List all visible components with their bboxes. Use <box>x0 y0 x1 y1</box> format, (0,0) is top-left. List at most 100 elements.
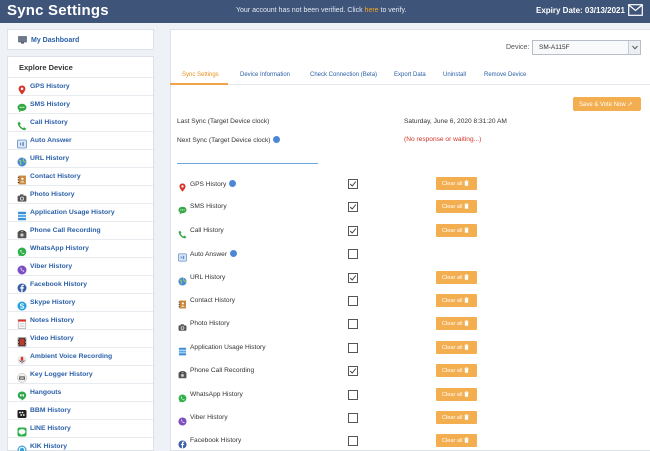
sidebar-item-label: Call History <box>30 119 68 126</box>
tab-uninstall[interactable]: Uninstall <box>443 72 466 78</box>
sidebar-item-phone-call-recording[interactable]: Phone Call Recording <box>8 221 153 239</box>
checkmark-icon <box>349 228 357 234</box>
tab-remove-device[interactable]: Remove Device <box>484 72 526 78</box>
sidebar-item-bbm-history[interactable]: BBM History <box>8 401 153 419</box>
sidebar-item-auto-answer[interactable]: Auto Answer <box>8 131 153 149</box>
sidebar-item-sms-history[interactable]: SMS History <box>8 95 153 113</box>
setting-checkbox[interactable] <box>348 436 358 447</box>
tab-check-connection[interactable]: Check Connection (Beta) <box>310 72 377 78</box>
device-select[interactable]: SM-A115F <box>532 40 641 55</box>
clear-all-label: Clear all <box>442 321 463 328</box>
setting-label: GPS History <box>190 180 237 188</box>
save-vote-button[interactable]: Save & Vote Now ↗ <box>573 97 641 111</box>
setting-label-text: Phone Call Recording <box>190 367 255 375</box>
tab-device-information[interactable]: Device Information <box>240 72 290 78</box>
skype-icon <box>17 298 27 311</box>
clear-all-button[interactable]: Clear all <box>436 317 477 331</box>
setting-label-text: Viber History <box>190 414 228 421</box>
checkmark-icon <box>349 274 357 281</box>
setting-label-text: SMS History <box>190 203 227 211</box>
chevron-down-icon <box>628 41 640 54</box>
sidebar-item-url-history[interactable]: URL History <box>8 149 153 167</box>
setting-label: Application Usage History <box>190 344 266 351</box>
clear-all-button[interactable]: Clear all <box>436 294 477 307</box>
tab-divider <box>170 84 650 85</box>
sidebar-item-kik-history[interactable]: KIK History <box>8 437 153 451</box>
setting-checkbox[interactable] <box>348 249 358 260</box>
clear-all-label: Clear all <box>442 298 463 304</box>
sidebar-item-photo-history[interactable]: Photo History <box>8 185 153 203</box>
setting-checkbox[interactable] <box>348 225 358 236</box>
sidebar-item-label: Ambient Voice Recording <box>30 353 113 360</box>
setting-label-text: WhatsApp History <box>190 390 243 398</box>
sidebar-item-viber-history[interactable]: Viber History <box>8 257 153 275</box>
clear-all-button[interactable]: Clear all <box>436 177 477 190</box>
sidebar-item-facebook-history[interactable]: Facebook History <box>8 275 153 293</box>
my-dashboard-link[interactable]: My Dashboard <box>7 29 154 50</box>
active-tab-indicator <box>170 83 228 85</box>
contact-book-icon <box>17 172 27 185</box>
setting-checkbox[interactable] <box>348 202 358 213</box>
setting-label-text: GPS History <box>190 181 227 188</box>
clear-all-button[interactable]: Clear all <box>436 364 477 378</box>
sidebar-item-video-history[interactable]: Video History <box>8 329 153 347</box>
sidebar-item-ambient-voice-recording[interactable]: Ambient Voice Recording <box>8 347 153 365</box>
phone-icon <box>178 226 187 239</box>
sidebar-item-contact-history[interactable]: Contact History <box>8 167 153 185</box>
trash-icon <box>463 227 470 234</box>
monitor-icon <box>18 36 27 44</box>
app-stack-icon <box>178 343 187 356</box>
clear-all-button[interactable]: Clear all <box>436 200 477 214</box>
call-recorder-icon <box>178 366 187 379</box>
sidebar-item-key-logger-history[interactable]: Key Logger History <box>8 365 153 383</box>
verify-link[interactable]: here <box>365 7 379 14</box>
sidebar-item-line-history[interactable]: LINE History <box>8 419 153 437</box>
tab-sync-settings[interactable]: Sync Settings <box>182 72 219 78</box>
trash-icon <box>463 344 470 351</box>
help-icon[interactable] <box>229 180 237 187</box>
setting-checkbox[interactable] <box>348 342 358 353</box>
help-icon[interactable] <box>230 250 238 258</box>
clear-all-button[interactable]: Clear all <box>436 411 477 424</box>
next-sync-value: (No response or waiting...) <box>404 136 482 143</box>
top-bar: Sync Settings Your account has not been … <box>0 0 650 23</box>
sidebar-item-application-usage-history[interactable]: Application Usage History <box>8 203 153 221</box>
setting-checkbox[interactable] <box>348 296 358 306</box>
clear-all-label: Clear all <box>442 227 463 234</box>
sidebar-item-notes-history[interactable]: Notes History <box>8 311 153 329</box>
map-pin-icon <box>178 179 187 192</box>
setting-checkbox[interactable] <box>348 413 358 423</box>
clear-all-button[interactable]: Clear all <box>436 387 477 401</box>
main-panel <box>170 29 650 451</box>
sidebar-item-label: Auto Answer <box>30 137 72 144</box>
setting-checkbox[interactable] <box>348 319 358 330</box>
setting-checkbox[interactable] <box>348 179 358 189</box>
setting-label-text: URL History <box>190 273 226 281</box>
sidebar-item-whatsapp-history[interactable]: WhatsApp History <box>8 239 153 257</box>
trash-icon <box>463 320 470 327</box>
facebook-icon <box>17 280 27 293</box>
setting-label: Call History <box>190 227 224 234</box>
sidebar-item-label: Hangouts <box>30 389 62 396</box>
help-icon[interactable] <box>273 136 281 143</box>
sidebar-item-call-history[interactable]: Call History <box>8 113 153 131</box>
sidebar-item-gps-history[interactable]: GPS History <box>8 77 153 95</box>
sidebar-item-label: SMS History <box>30 101 71 108</box>
my-dashboard-label: My Dashboard <box>31 37 80 44</box>
sidebar-item-skype-history[interactable]: Skype History <box>8 293 153 311</box>
tab-export-data[interactable]: Export Data <box>394 72 426 78</box>
sidebar-item-label: Facebook History <box>30 281 88 288</box>
clear-all-button[interactable]: Clear all <box>436 270 477 284</box>
mail-icon[interactable] <box>628 4 643 16</box>
setting-checkbox[interactable] <box>348 389 358 400</box>
setting-checkbox[interactable] <box>348 272 358 283</box>
sidebar-item-label: Skype History <box>30 299 76 306</box>
sidebar-item-hangouts[interactable]: Hangouts <box>8 383 153 401</box>
clear-all-button[interactable]: Clear all <box>436 223 477 237</box>
clear-all-button[interactable]: Clear all <box>436 340 477 354</box>
sidebar-item-label: Photo History <box>30 191 75 198</box>
sidebar-item-label: Contact History <box>30 173 81 180</box>
clear-all-button[interactable]: Clear all <box>436 434 477 448</box>
setting-checkbox[interactable] <box>348 366 358 377</box>
hangouts-icon <box>17 388 27 401</box>
